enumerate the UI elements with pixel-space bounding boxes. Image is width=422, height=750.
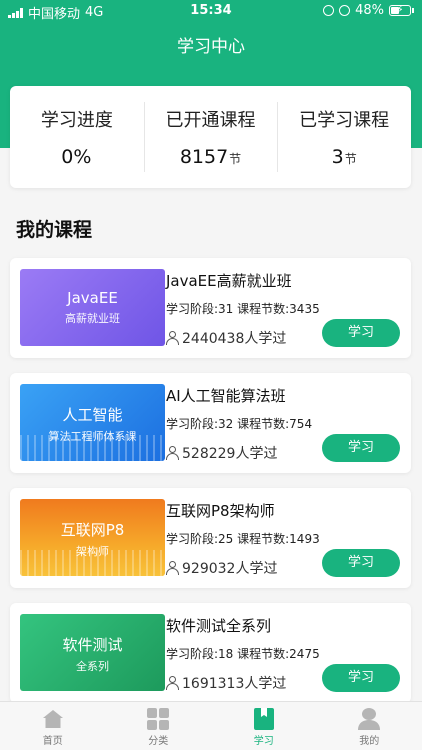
rotation-lock-icon	[323, 5, 335, 16]
user-icon	[166, 331, 179, 345]
cover-subtitle: 高薪就业班	[65, 312, 120, 325]
course-learners: 1691313人学过	[166, 673, 286, 693]
cover-title: 软件测试	[62, 636, 123, 654]
study-icon	[252, 707, 276, 731]
course-name[interactable]: 互联网P8架构师	[166, 500, 275, 521]
category-icon	[146, 707, 170, 731]
course-cover[interactable]: 互联网P8 架构师	[20, 499, 165, 576]
stat-value: 0%	[61, 146, 92, 168]
tab-label: 学习	[253, 736, 274, 747]
stat-label: 学习进度	[40, 110, 113, 131]
profile-icon	[357, 707, 381, 731]
stat-unit: 节	[344, 152, 357, 166]
study-button[interactable]: 学习	[322, 664, 400, 692]
tab-home[interactable]: 首页	[0, 702, 106, 750]
stat-unit: 节	[229, 152, 242, 166]
cover-title: 互联网P8	[60, 521, 125, 539]
user-icon	[166, 561, 179, 575]
tab-category[interactable]: 分类	[106, 702, 212, 750]
cover-title: JavaEE	[67, 289, 118, 307]
learner-count: 528229人学过	[182, 446, 278, 462]
tab-study[interactable]: 学习	[211, 702, 317, 750]
stat-label: 已开通课程	[165, 110, 256, 131]
course-card[interactable]: 互联网P8 架构师 互联网P8架构师 学习阶段:25 课程节数:1493 929…	[10, 488, 411, 588]
course-card[interactable]: JavaEE 高薪就业班 JavaEE高薪就业班 学习阶段:31 课程节数:34…	[10, 258, 411, 358]
course-meta: 学习阶段:25 课程节数:1493	[166, 532, 320, 546]
stat-progress: 学习进度 0%	[10, 86, 144, 188]
stat-value: 8157	[179, 146, 229, 168]
section-title: 我的课程	[16, 219, 93, 241]
course-meta: 学习阶段:32 课程节数:754	[166, 417, 313, 431]
stat-studied-courses[interactable]: 已学习课程 3节	[277, 86, 411, 188]
course-meta: 学习阶段:31 课程节数:3435	[166, 302, 320, 316]
study-button[interactable]: 学习	[322, 319, 400, 347]
tab-label: 分类	[148, 736, 169, 747]
learner-count: 1691313人学过	[182, 676, 287, 692]
user-icon	[166, 446, 179, 460]
course-cover[interactable]: 软件测试 全系列	[20, 614, 165, 691]
course-cover[interactable]: 人工智能 算法工程师体系课	[20, 384, 165, 461]
study-button[interactable]: 学习	[322, 549, 400, 577]
page-title: 学习中心	[177, 37, 245, 57]
learner-count: 929032人学过	[182, 561, 278, 577]
tab-bar: 首页 分类 学习 我的	[0, 701, 422, 750]
home-icon	[41, 707, 65, 731]
course-learners: 528229人学过	[166, 443, 277, 463]
status-bar: 中国移动 4G 15:34 48% ⚡	[0, 0, 422, 22]
course-learners: 929032人学过	[166, 558, 277, 578]
course-name[interactable]: 软件测试全系列	[166, 615, 271, 636]
course-learners: 2440438人学过	[166, 328, 286, 348]
stat-value: 3	[331, 146, 344, 168]
tab-label: 我的	[359, 736, 380, 747]
course-name[interactable]: AI人工智能算法班	[166, 385, 286, 406]
course-meta: 学习阶段:18 课程节数:2475	[166, 647, 320, 661]
cover-title: 人工智能	[62, 406, 123, 424]
study-button[interactable]: 学习	[322, 434, 400, 462]
battery-percent: 48%	[355, 3, 384, 18]
course-name[interactable]: JavaEE高薪就业班	[166, 270, 292, 291]
tab-label: 首页	[42, 736, 63, 747]
alarm-icon	[339, 5, 351, 16]
tab-profile[interactable]: 我的	[317, 702, 422, 750]
course-card[interactable]: 人工智能 算法工程师体系课 AI人工智能算法班 学习阶段:32 课程节数:754…	[10, 373, 411, 473]
learner-count: 2440438人学过	[182, 331, 287, 347]
stat-label: 已学习课程	[299, 110, 390, 131]
cover-subtitle: 全系列	[76, 660, 109, 673]
course-cover[interactable]: JavaEE 高薪就业班	[20, 269, 165, 346]
user-icon	[166, 676, 179, 690]
stats-card: 学习进度 0% 已开通课程 8157节 已学习课程 3节	[10, 86, 411, 188]
course-card[interactable]: 软件测试 全系列 软件测试全系列 学习阶段:18 课程节数:2475 16913…	[10, 603, 411, 703]
battery-icon: ⚡	[389, 3, 411, 16]
stat-opened-courses[interactable]: 已开通课程 8157节	[143, 86, 278, 188]
